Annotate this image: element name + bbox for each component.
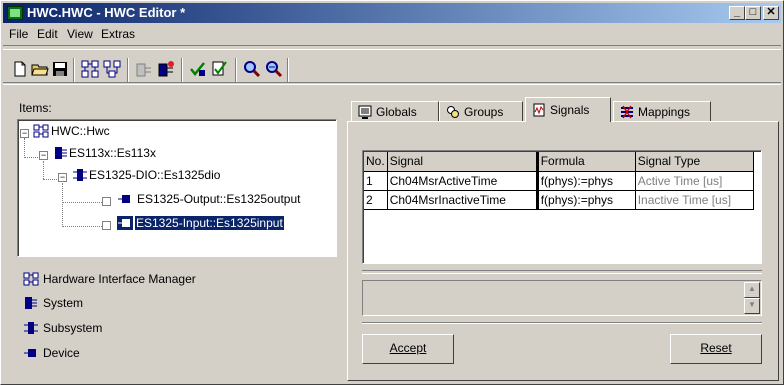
toolbar [3,45,781,85]
check-icon[interactable] [211,60,229,78]
tab-label: Groups [464,105,504,119]
tree-icon[interactable] [103,60,121,78]
tree-node-es1325input[interactable]: ES1325-Input::Es1325input [19,215,335,233]
grid-header-row: No. Signal Formula Signal Type [364,152,754,172]
tab-label: Globals [376,105,417,119]
search-icon[interactable] [243,60,261,78]
hardware-interface-manager-icon [23,272,39,286]
divider [362,322,762,324]
cell-no[interactable]: 2 [364,190,388,210]
hwc-editor-window: HWC.HWC - HWC Editor * _ □ ✕ File Edit V… [0,0,784,385]
toolbar-separator [127,58,129,82]
cell-formula[interactable]: f(phys):=phys [537,190,636,210]
close-button[interactable]: ✕ [763,6,779,20]
column-header-no[interactable]: No. [364,152,388,172]
column-header-formula[interactable]: Formula [537,152,636,172]
memo-scrollbar[interactable]: ▲ ▼ [744,282,760,314]
window-title: HWC.HWC - HWC Editor * [27,5,186,20]
open-folder-icon[interactable] [31,60,49,78]
tree-node-es1325output[interactable]: ES1325-Output::Es1325output [19,191,335,209]
hardware-interface-manager-icon [33,124,49,138]
globals-icon [358,105,372,119]
subsystem-icon [24,322,38,334]
tree-node-label: ES113x::Es113x [69,146,156,160]
menu-extras[interactable]: Extras [101,27,135,41]
menu-view[interactable]: View [67,27,93,41]
tab-strip: Globals Groups Signals Mappings [347,97,777,122]
menu-edit[interactable]: Edit [37,27,58,41]
maximize-button[interactable]: □ [745,6,761,20]
collapse-toggle[interactable]: − [20,129,29,138]
add-node-icon[interactable] [135,60,153,78]
device-icon [117,216,133,230]
toolbar-separator [181,58,183,82]
app-icon [7,6,23,20]
tree-node-label: ES1325-Output::Es1325output [137,192,301,206]
mappings-icon [621,105,633,119]
column-header-signal-type[interactable]: Signal Type [635,152,754,172]
subsystem-icon [73,169,87,181]
tab-groups[interactable]: Groups [439,101,523,121]
toolbar-separator [287,58,289,82]
reset-label: Reset [700,341,732,355]
tree-icon[interactable] [81,60,99,78]
signals-grid[interactable]: No. Signal Formula Signal Type 1 Ch04Msr… [362,150,762,264]
cell-signal[interactable]: Ch04MsrInactiveTime [387,190,539,210]
menu-file[interactable]: File [9,27,28,41]
device-icon [24,349,36,357]
table-row[interactable]: 2 Ch04MsrInactiveTime f(phys):=phys Inac… [364,190,754,210]
search-icon[interactable] [265,60,283,78]
toolbar-separator [73,58,75,82]
system-icon [55,147,67,159]
table-row[interactable]: 1 Ch04MsrActiveTime f(phys):=phys Active… [364,171,754,191]
scroll-up-icon[interactable]: ▲ [744,282,760,298]
cell-signal-type[interactable]: Inactive Time [us] [635,190,754,210]
minimize-button[interactable]: _ [729,6,745,20]
accept-button[interactable]: Accept [362,334,454,364]
collapse-toggle[interactable]: − [39,151,48,160]
legend-label: Device [43,346,80,360]
title-bar[interactable]: HWC.HWC - HWC Editor * _ □ ✕ [3,3,781,23]
legend-label: Subsystem [43,321,103,335]
tree-node-es113x[interactable]: − ES113x::Es113x [19,145,335,163]
description-memo[interactable]: ▲ ▼ [362,280,762,316]
items-label: Items: [19,101,52,115]
reset-button[interactable]: Reset [670,334,762,364]
tree-node-es1325dio[interactable]: − ES1325-DIO::Es1325dio [19,167,335,185]
check-icon[interactable] [189,60,207,78]
cell-formula[interactable]: f(phys):=phys [537,171,636,191]
signals-icon [533,103,545,117]
legend-label: System [43,296,84,310]
items-tree[interactable]: − HWC::Hwc − ES113x::Es113x − ES1325-DIO… [17,119,337,257]
tree-node-label-selected: ES1325-Input::Es1325input [134,215,285,231]
tree-node-hwc[interactable]: − HWC::Hwc [19,123,335,141]
groups-icon [447,106,459,118]
menu-bar: File Edit View Extras [3,25,781,43]
legend-label: Hardware Interface Manager [43,272,196,286]
signals-panel: No. Signal Formula Signal Type 1 Ch04Msr… [347,121,779,381]
tab-mappings[interactable]: Mappings [613,101,711,121]
tab-label: Signals [550,103,590,117]
cell-signal-type[interactable]: Active Time [us] [635,171,754,191]
tree-node-label: HWC::Hwc [51,124,110,138]
new-file-icon[interactable] [11,60,29,78]
add-node-icon[interactable] [157,60,175,78]
collapse-toggle[interactable] [102,221,111,230]
cell-signal[interactable]: Ch04MsrActiveTime [387,171,539,191]
toolbar-separator [235,58,237,82]
system-icon [25,297,37,309]
tab-signals[interactable]: Signals [525,97,611,122]
collapse-toggle[interactable] [102,197,111,206]
tab-label: Mappings [638,105,691,119]
save-icon[interactable] [51,60,69,78]
splitter[interactable] [362,270,762,274]
collapse-toggle[interactable]: − [58,173,67,182]
column-header-signal[interactable]: Signal [387,152,539,172]
cell-no[interactable]: 1 [364,171,388,191]
tree-node-label: ES1325-DIO::Es1325dio [89,168,221,182]
scroll-down-icon[interactable]: ▼ [744,298,760,314]
accept-label: Accept [389,341,427,355]
device-icon [118,195,130,203]
tab-globals[interactable]: Globals [351,101,439,121]
